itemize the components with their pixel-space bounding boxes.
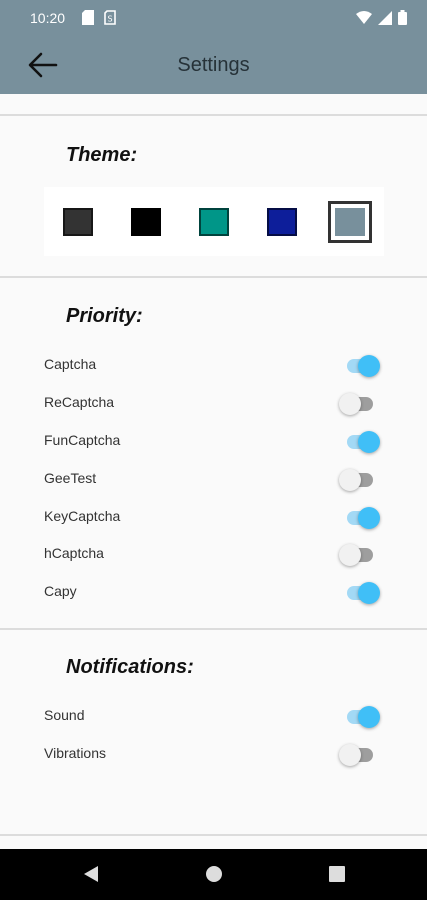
priority-row-keycaptcha: KeyCaptcha (0, 499, 427, 537)
theme-swatch-indigo[interactable] (267, 208, 297, 236)
nav-back-button[interactable] (80, 863, 102, 885)
theme-swatch-black[interactable] (131, 208, 161, 236)
priority-row-capy: Capy (0, 574, 427, 612)
theme-swatch-dark-gray[interactable] (63, 208, 93, 236)
priority-label: FunCaptcha (44, 432, 121, 448)
priority-row-funcaptcha: FunCaptcha (0, 423, 427, 461)
toggle-thumb (358, 507, 380, 529)
toggle-thumb (339, 544, 361, 566)
theme-swatch-panel (44, 187, 384, 256)
signal-icon (378, 10, 392, 30)
capy-toggle[interactable] (339, 580, 383, 606)
page-title: Settings (177, 54, 250, 76)
theme-swatch-blue-gray-fill (335, 208, 365, 236)
sound-toggle[interactable] (339, 704, 383, 730)
notification-row-vibrations: Vibrations (0, 736, 427, 774)
system-nav-bar (0, 849, 427, 900)
back-triangle-icon (84, 866, 98, 882)
divider (0, 114, 427, 116)
status-bar: 10:20 S (0, 0, 427, 36)
recents-square-icon (329, 866, 345, 882)
sd-card-icon (82, 10, 94, 30)
divider (0, 628, 427, 630)
app-bar: Settings (0, 36, 427, 94)
theme-swatch-teal[interactable] (199, 208, 229, 236)
home-circle-icon (206, 866, 222, 882)
notification-label: Vibrations (44, 745, 107, 761)
priority-label: GeeTest (44, 470, 97, 486)
vibrations-toggle[interactable] (339, 742, 383, 768)
priority-heading: Priority: (66, 305, 143, 327)
geetest-toggle[interactable] (339, 467, 383, 493)
toggle-thumb (339, 744, 361, 766)
priority-row-hcaptcha: hCaptcha (0, 536, 427, 574)
notification-row-sound: Sound (0, 698, 427, 736)
toggle-thumb (358, 706, 380, 728)
hcaptcha-toggle[interactable] (339, 542, 383, 568)
priority-label: ReCaptcha (44, 394, 115, 410)
funcaptcha-toggle[interactable] (339, 429, 383, 455)
toggle-thumb (339, 469, 361, 491)
settings-content: Theme: Priority: Captcha ReCaptcha FunCa… (0, 94, 427, 849)
priority-label: Capy (44, 583, 77, 599)
theme-heading: Theme: (66, 144, 138, 166)
nav-recents-button[interactable] (326, 863, 348, 885)
priority-row-recaptcha: ReCaptcha (0, 385, 427, 423)
wifi-icon (356, 11, 372, 29)
priority-label: hCaptcha (44, 545, 104, 561)
status-right-icons (356, 10, 407, 30)
captcha-toggle[interactable] (339, 353, 383, 379)
divider (0, 834, 427, 836)
svg-text:S: S (107, 15, 112, 24)
toggle-thumb (358, 355, 380, 377)
toggle-thumb (339, 393, 361, 415)
recaptcha-toggle[interactable] (339, 391, 383, 417)
toggle-thumb (358, 582, 380, 604)
notification-label: Sound (44, 707, 85, 723)
battery-icon (398, 10, 407, 30)
priority-row-geetest: GeeTest (0, 461, 427, 499)
status-left-icons: S (82, 10, 116, 30)
toggle-thumb (358, 431, 380, 453)
priority-label: Captcha (44, 356, 97, 372)
priority-row-captcha: Captcha (0, 347, 427, 385)
nav-home-button[interactable] (203, 863, 225, 885)
priority-label: KeyCaptcha (44, 508, 121, 524)
sim-card-icon: S (104, 10, 116, 30)
keycaptcha-toggle[interactable] (339, 505, 383, 531)
notifications-heading: Notifications: (66, 656, 194, 678)
divider (0, 276, 427, 278)
theme-swatch-blue-gray-selected[interactable] (328, 201, 372, 243)
status-time: 10:20 (30, 10, 66, 26)
